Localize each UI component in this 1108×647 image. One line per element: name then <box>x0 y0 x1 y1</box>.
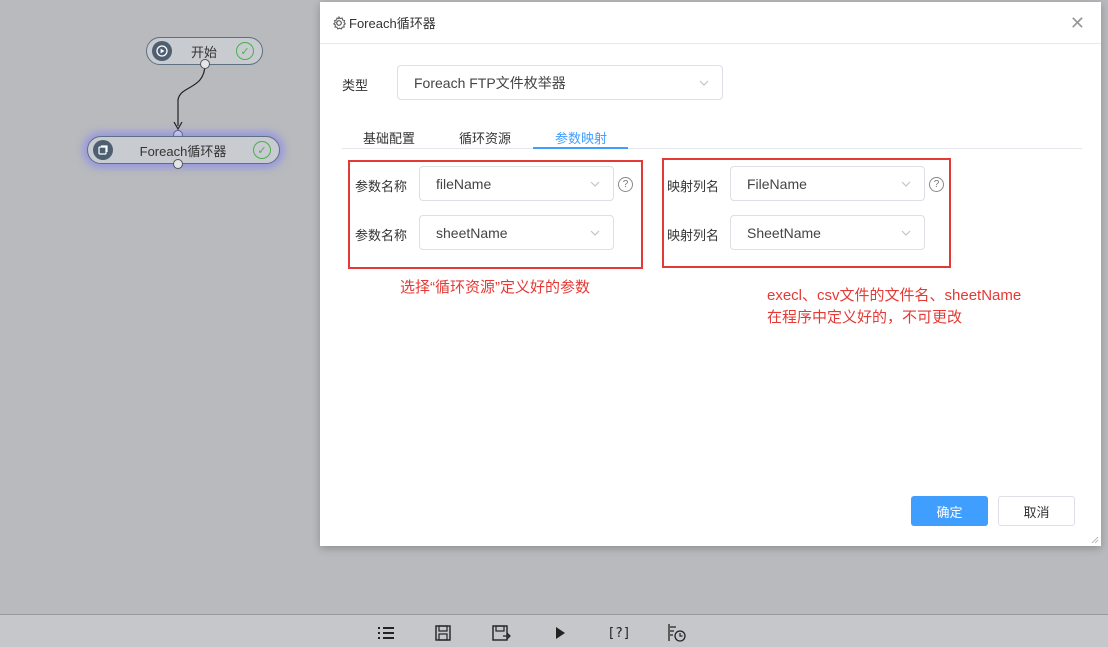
param-name-value: sheetName <box>436 224 508 241</box>
chevron-down-icon <box>901 181 911 187</box>
mapping-column-value: FileName <box>747 175 807 192</box>
help-icon[interactable]: ? <box>929 177 944 192</box>
confirm-button[interactable]: 确定 <box>911 496 988 526</box>
list-icon[interactable] <box>375 623 397 643</box>
active-tab-indicator <box>533 147 628 149</box>
mapping-column-select[interactable]: FileName <box>730 166 925 201</box>
node-label: 开始 <box>190 44 217 60</box>
chevron-down-icon <box>901 230 911 236</box>
resize-grip-icon[interactable] <box>1091 536 1099 544</box>
output-port[interactable] <box>200 59 210 69</box>
flow-node-foreach[interactable]: Foreach循环器 ✓ <box>87 136 280 164</box>
save-icon[interactable] <box>432 623 454 643</box>
annotation-note-mapping-line2: 在程序中定义好的，不可更改 <box>767 309 963 326</box>
annotation-note-params: 选择“循环资源”定义好的参数 <box>400 279 590 296</box>
loop-node-icon <box>93 140 113 160</box>
chevron-down-icon <box>590 181 600 187</box>
mapping-column-value: SheetName <box>747 224 821 241</box>
foreach-config-dialog: Foreach循环器 ✕ 类型 Foreach FTP文件枚举器 基础配置 循环… <box>320 2 1101 546</box>
node-label: Foreach循环器 <box>139 143 227 159</box>
success-check-icon: ✓ <box>236 42 254 60</box>
save-as-icon[interactable] <box>490 623 512 643</box>
param-name-value: fileName <box>436 175 492 192</box>
mapping-column-select[interactable]: SheetName <box>730 215 925 250</box>
tab-basic-config[interactable]: 基础配置 <box>363 128 415 149</box>
type-select-value: Foreach FTP文件枚举器 <box>414 74 566 91</box>
param-name-select[interactable]: sheetName <box>419 215 614 250</box>
run-icon[interactable] <box>549 623 571 643</box>
cancel-button[interactable]: 取消 <box>998 496 1075 526</box>
annotation-note-mapping-line1: execl、csv文件的文件名、sheetName <box>767 287 1022 304</box>
config-tabs: 基础配置 循环资源 参数映射 <box>342 128 1082 149</box>
chevron-down-icon <box>590 230 600 236</box>
chevron-down-icon <box>699 80 709 86</box>
param-name-label: 参数名称 <box>355 179 408 194</box>
close-icon[interactable]: ✕ <box>1070 14 1085 32</box>
dialog-header: Foreach循环器 ✕ <box>320 2 1101 44</box>
tab-loop-resource[interactable]: 循环资源 <box>459 128 511 149</box>
dialog-title: Foreach循环器 <box>349 16 436 31</box>
type-select[interactable]: Foreach FTP文件枚举器 <box>397 65 723 100</box>
help-bracket-icon[interactable]: [?] <box>604 623 634 643</box>
help-icon[interactable]: ? <box>618 177 633 192</box>
param-name-label: 参数名称 <box>355 228 408 243</box>
success-check-icon: ✓ <box>253 141 271 159</box>
tab-param-mapping[interactable]: 参数映射 <box>555 128 607 149</box>
schedule-icon[interactable] <box>666 623 688 643</box>
mapping-column-label: 映射列名 <box>667 228 720 243</box>
play-circle-icon <box>152 41 172 61</box>
node-connector <box>173 63 206 131</box>
mapping-column-label: 映射列名 <box>667 179 720 194</box>
bottom-toolbar: [?] <box>0 614 1108 647</box>
output-port[interactable] <box>173 159 183 169</box>
param-name-select[interactable]: fileName <box>419 166 614 201</box>
type-label: 类型 <box>342 78 369 93</box>
gear-icon <box>333 15 346 30</box>
